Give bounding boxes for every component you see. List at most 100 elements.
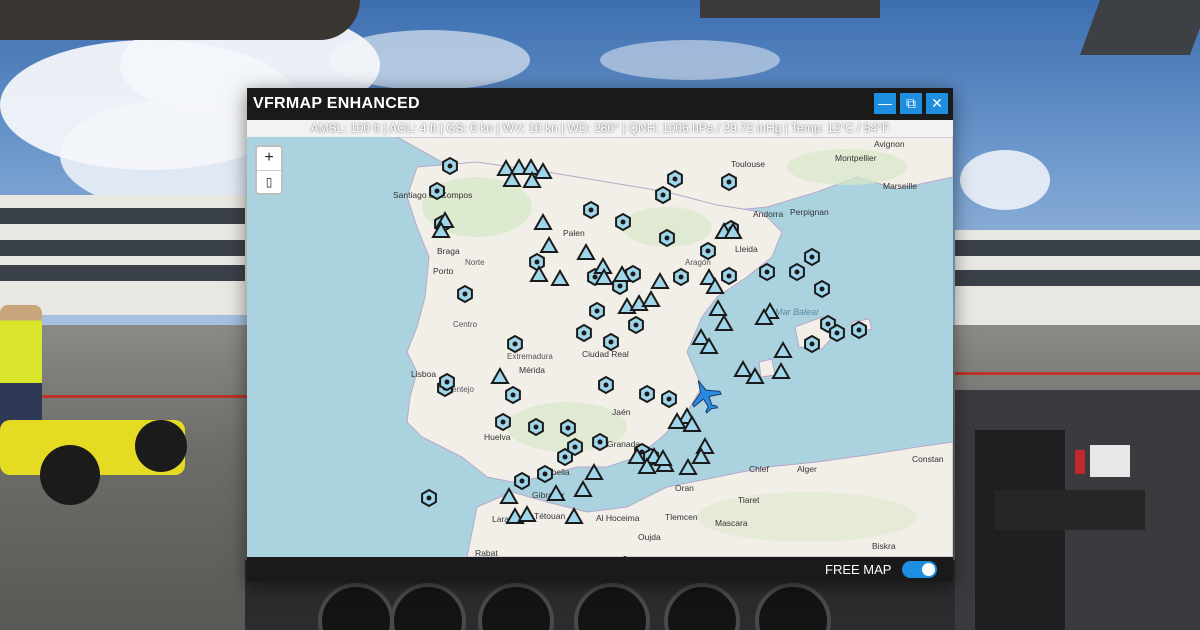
airport-dot: [678, 274, 684, 280]
flight-status-bar: AMSL: 100 ft | AGL: 4 ft | GS: 0 kn | WV…: [247, 120, 953, 137]
airport-dot: [592, 274, 598, 280]
tow-wheel: [135, 420, 187, 472]
airport-dot: [630, 271, 636, 277]
map-label: Lleida: [735, 244, 758, 254]
window-title: VFRMAP ENHANCED: [253, 95, 420, 112]
airport-dot: [500, 419, 506, 425]
minimize-button[interactable]: —: [874, 93, 896, 114]
terminal-windows: [0, 240, 245, 256]
airport-dot: [672, 176, 678, 182]
airport-dot: [510, 392, 516, 398]
map-label: Chlef: [749, 464, 769, 474]
airport-dot: [588, 207, 594, 213]
wing-strut: [1079, 0, 1200, 55]
terrain-green: [697, 492, 917, 542]
cloud: [960, 150, 1050, 210]
airport-dot: [809, 254, 815, 260]
airport-dot: [834, 330, 840, 336]
map-label: Centro: [453, 320, 478, 329]
airport-dot: [856, 327, 862, 333]
map-label: Tiaret: [738, 495, 760, 505]
airport-dot: [617, 283, 623, 289]
bottom-bar: FREE MAP: [247, 557, 953, 582]
cloud: [600, 40, 780, 80]
map-label: Alger: [797, 464, 817, 474]
map-label: Porto: [433, 266, 454, 276]
map-label: Oran: [675, 483, 694, 493]
map-label: Biskra: [872, 541, 896, 551]
instrument-panel: [955, 390, 1200, 630]
airport-dot: [434, 188, 440, 194]
airport-dot: [447, 163, 453, 169]
map-label: Perpignan: [790, 207, 829, 217]
map-label: Montpellier: [835, 153, 877, 163]
airport-dot: [603, 382, 609, 388]
airport-dot: [825, 321, 831, 327]
map-label: Braga: [437, 246, 460, 256]
map-label: Mascara: [715, 518, 748, 528]
map-label: Jaén: [612, 407, 631, 417]
map-view[interactable]: Toulouse Montpellier Avignon Marseille P…: [247, 137, 953, 557]
flight-status-text: AMSL: 100 ft | AGL: 4 ft | GS: 0 kn | WV…: [310, 121, 890, 135]
triangle-airfield-icon[interactable]: [714, 313, 734, 331]
zoom-in-button[interactable]: +: [257, 147, 281, 170]
map-label: Mar Balear: [775, 307, 820, 317]
title-bar[interactable]: VFRMAP ENHANCED — ⧉ ✕: [247, 88, 953, 120]
triangle-airfield-icon[interactable]: [733, 359, 753, 377]
map-label: Avignon: [874, 139, 905, 149]
airport-dot: [581, 330, 587, 336]
map-label: Huelva: [484, 432, 511, 442]
triangle-airfield-icon[interactable]: [573, 479, 593, 497]
airport-dot: [666, 396, 672, 402]
terminal-windows: [955, 270, 1200, 286]
zoom-out-button[interactable]: ▯: [257, 170, 281, 194]
airport-dot: [572, 444, 578, 450]
map-label: Rabat: [475, 548, 498, 557]
airport-dot: [644, 391, 650, 397]
map-label: Toulouse: [731, 159, 765, 169]
close-button[interactable]: ✕: [926, 93, 948, 114]
map-label: Ciudad Real: [582, 349, 629, 359]
map-label: Extremadura: [507, 352, 553, 361]
airport-dot: [462, 291, 468, 297]
airport-dot: [426, 495, 432, 501]
airport-dot: [819, 286, 825, 292]
wing-strut: [700, 0, 880, 18]
map-canvas[interactable]: Toulouse Montpellier Avignon Marseille P…: [247, 137, 953, 557]
map-label: Constan: [912, 454, 944, 464]
ground-crew-person: [0, 305, 42, 435]
triangle-airfield-icon[interactable]: [771, 361, 791, 379]
triangle-airfield-icon[interactable]: [773, 340, 793, 358]
map-label: Norte: [465, 258, 485, 267]
airport-dot: [562, 454, 568, 460]
airport-dot: [705, 248, 711, 254]
airport-dot: [444, 379, 450, 385]
airport-dot: [534, 259, 540, 265]
airport-dot: [620, 219, 626, 225]
airport-dot: [533, 424, 539, 430]
terminal-windows: [0, 208, 245, 224]
map-label: Al Hoceima: [596, 513, 640, 523]
map-label: Marseille: [883, 181, 917, 191]
terminal-windows: [955, 240, 1200, 256]
airport-dot: [764, 269, 770, 275]
map-label: Mérida: [519, 365, 545, 375]
apron-marking: [955, 372, 1200, 375]
airport-dot: [664, 235, 670, 241]
airport-dot: [794, 269, 800, 275]
map-label: Lisboa: [411, 369, 436, 379]
popout-button[interactable]: ⧉: [900, 93, 922, 114]
map-label: Tétouan: [534, 511, 565, 521]
free-map-label: FREE MAP: [825, 562, 892, 577]
airport-dot: [597, 439, 603, 445]
airport-dot: [633, 322, 639, 328]
free-map-toggle[interactable]: [902, 561, 937, 578]
airport-dot: [660, 192, 666, 198]
terminal-windows: [0, 265, 245, 281]
airport-dot: [726, 179, 732, 185]
airport-dot: [542, 471, 548, 477]
map-label: Palen: [563, 228, 585, 238]
airport-dot: [594, 308, 600, 314]
tow-wheel: [40, 445, 100, 505]
cloud: [330, 30, 530, 90]
